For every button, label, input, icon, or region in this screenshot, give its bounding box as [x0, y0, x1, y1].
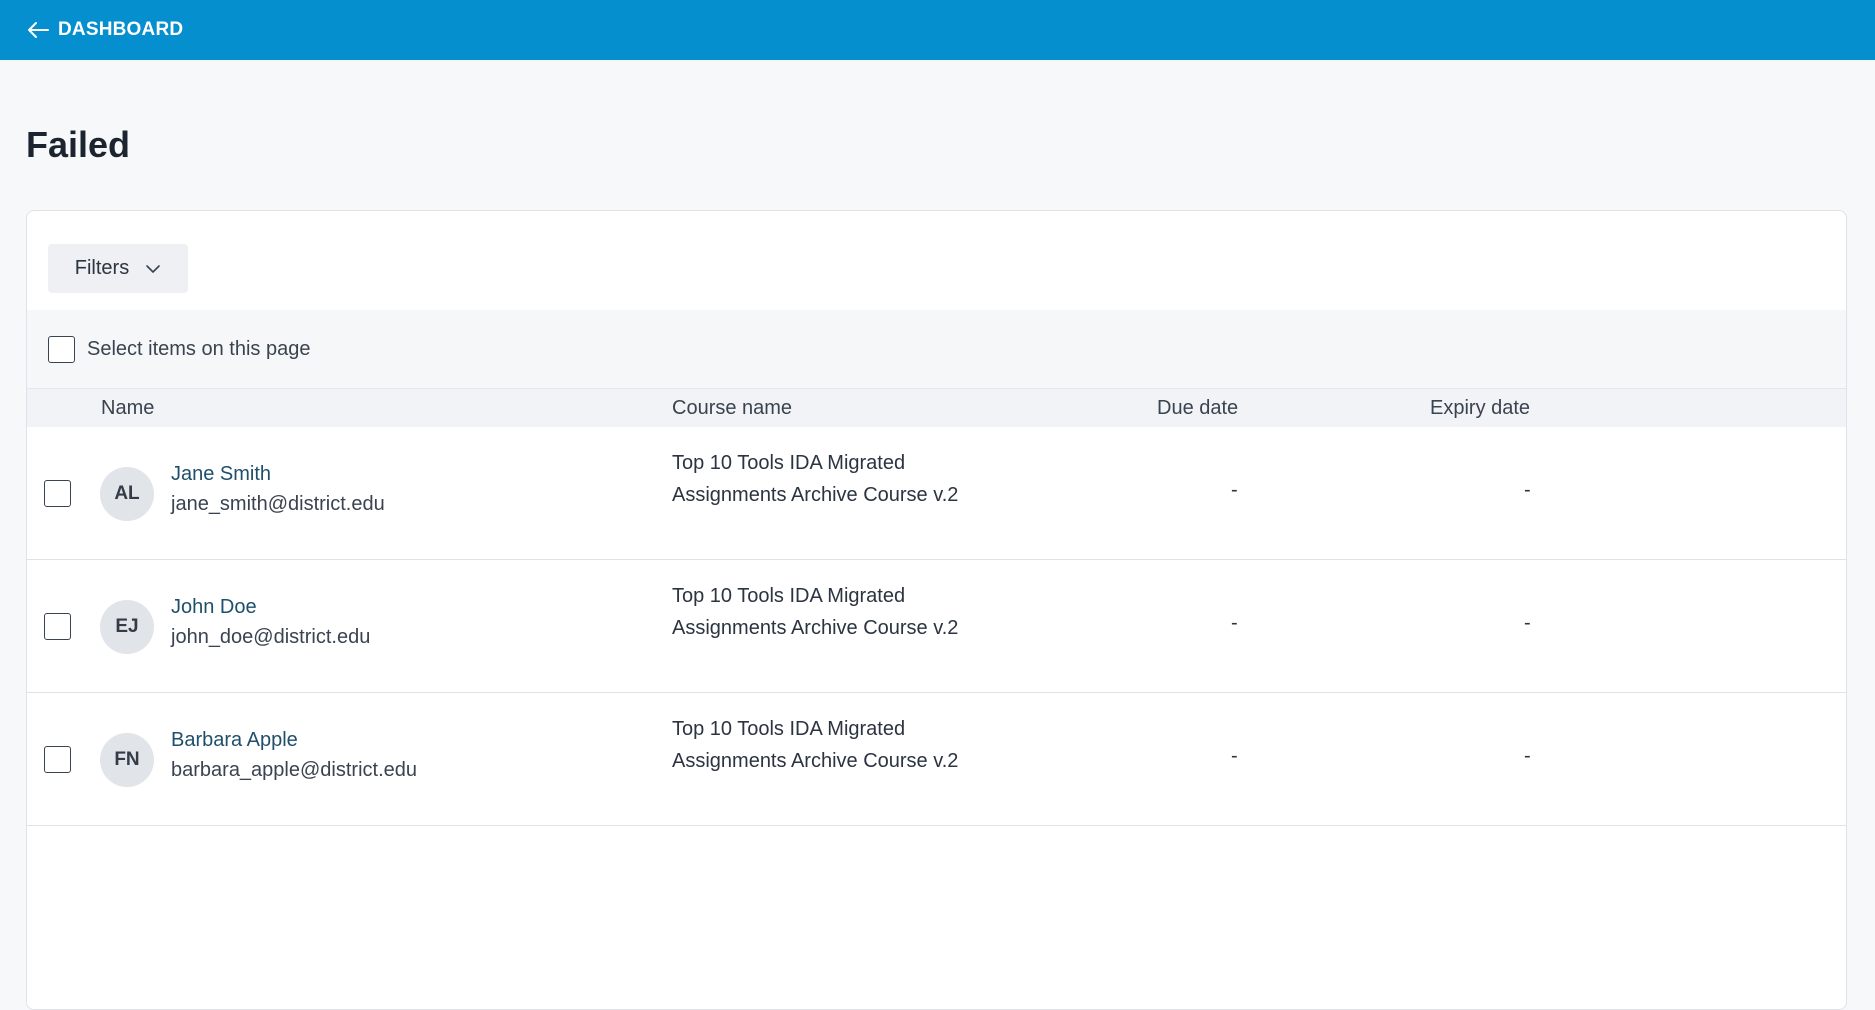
- column-header-due-date[interactable]: Due date: [1157, 397, 1238, 420]
- avatar: AL: [100, 467, 154, 521]
- back-link-label: DASHBOARD: [58, 19, 184, 40]
- course-name: Top 10 Tools IDA Migrated Assignments Ar…: [672, 585, 959, 639]
- row-checkbox[interactable]: [44, 746, 71, 773]
- user-email: john_doe@district.edu: [171, 626, 371, 648]
- expiry-date: -: [1524, 612, 1531, 634]
- column-header-course-name[interactable]: Course name: [672, 397, 792, 420]
- expiry-date: -: [1524, 745, 1531, 767]
- top-bar: DASHBOARD: [0, 0, 1875, 60]
- table-row: AL Jane Smith jane_smith@district.edu To…: [27, 427, 1846, 560]
- avatar: EJ: [100, 600, 154, 654]
- course-name: Top 10 Tools IDA Migrated Assignments Ar…: [672, 452, 959, 506]
- select-all-bar: Select items on this page: [27, 310, 1846, 389]
- filters-button[interactable]: Filters: [48, 244, 188, 293]
- user-name-link[interactable]: Barbara Apple: [171, 729, 298, 752]
- column-header-expiry-date[interactable]: Expiry date: [1430, 397, 1530, 420]
- due-date: -: [1231, 612, 1238, 634]
- back-to-dashboard-link[interactable]: DASHBOARD: [26, 19, 183, 41]
- table-row: FN Barbara Apple barbara_apple@district.…: [27, 693, 1846, 826]
- filters-label: Filters: [74, 257, 130, 279]
- table-row: EJ John Doe john_doe@district.edu Top 10…: [27, 560, 1846, 693]
- expiry-date: -: [1524, 479, 1531, 501]
- user-email: barbara_apple@district.edu: [171, 759, 418, 781]
- page-title: Failed: [26, 124, 131, 165]
- row-checkbox[interactable]: [44, 480, 71, 507]
- arrow-left-icon: [28, 22, 49, 38]
- results-card: Filters Select items on this page Name C…: [26, 210, 1847, 1010]
- chevron-down-icon: [146, 264, 161, 273]
- column-header-name[interactable]: Name: [101, 397, 154, 420]
- select-all-checkbox[interactable]: [48, 335, 75, 363]
- course-name: Top 10 Tools IDA Migrated Assignments Ar…: [672, 718, 959, 772]
- due-date: -: [1231, 479, 1238, 501]
- due-date: -: [1231, 745, 1238, 767]
- select-all-label: Select items on this page: [87, 337, 311, 360]
- avatar: FN: [100, 733, 154, 787]
- table-header: Name Course name Due date Expiry date: [27, 389, 1846, 427]
- user-name-link[interactable]: Jane Smith: [171, 463, 271, 486]
- row-checkbox[interactable]: [44, 613, 71, 640]
- user-email: jane_smith@district.edu: [171, 493, 385, 515]
- user-name-link[interactable]: John Doe: [171, 596, 257, 619]
